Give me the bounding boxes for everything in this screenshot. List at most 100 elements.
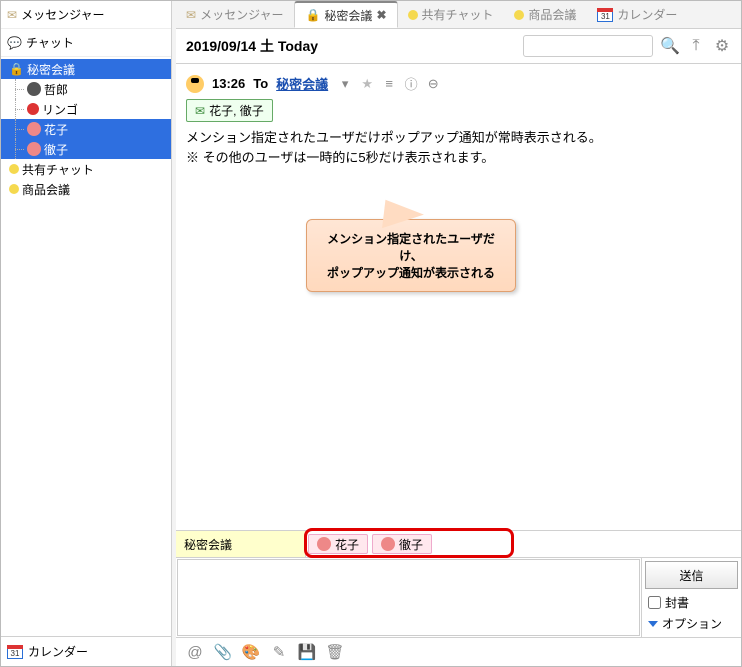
calendar-icon: 31: [7, 645, 23, 659]
compose-area: 送信 封書 オプション: [176, 558, 741, 638]
tree-child-hanako[interactable]: 花子: [1, 119, 171, 139]
avatar-female-icon: [27, 122, 41, 136]
tree-extra-label: 商品会議: [22, 181, 70, 198]
menu-icon[interactable]: ≡: [380, 75, 398, 93]
avatar-female-icon: [27, 142, 41, 156]
recipient-chip-label: 徹子: [399, 536, 423, 553]
tree-child-label: リンゴ: [42, 101, 78, 118]
annotation-callout: メンション指定されたユーザだけ、 ポップアップ通知が表示される: [306, 219, 516, 292]
envelope-icon: ✉: [7, 8, 17, 22]
tree-extra-label: 共有チャット: [22, 161, 94, 178]
mail-check-icon: ✉: [195, 104, 205, 118]
avatar-male-icon: [27, 82, 41, 96]
tab-bar: ✉ メッセンジャー 🔒 秘密会議 ✖ 共有チャット 商品会議 31 カレンダー: [176, 1, 741, 29]
message-line: メンション指定されたユーザだけポップアップ通知が常時表示される。: [186, 128, 731, 148]
tab-label: メッセンジャー: [200, 6, 283, 23]
content-panel: ✉ メッセンジャー 🔒 秘密会議 ✖ 共有チャット 商品会議 31 カレンダー: [176, 1, 741, 666]
message-action-icons: ▾ ★ ≡ ⓘ ⊖: [336, 75, 442, 93]
mention-box[interactable]: ✉ 花子, 徹子: [186, 99, 273, 122]
sidebar-chat-label: チャット: [26, 34, 74, 51]
tree-child-label: 徹子: [44, 141, 68, 158]
sidebar-chat[interactable]: 💬 チャット: [1, 29, 171, 57]
close-icon[interactable]: ✖: [376, 8, 386, 22]
envelope-icon: ✉: [186, 8, 196, 22]
tab-label: 秘密会議: [324, 7, 372, 24]
compose-textarea[interactable]: [176, 558, 641, 637]
message-room-link[interactable]: 秘密会議: [276, 74, 328, 93]
sidebar-calendar-label: カレンダー: [28, 643, 88, 660]
tab-secret-meeting[interactable]: 🔒 秘密会議 ✖: [294, 1, 397, 28]
tree-product-meeting[interactable]: 商品会議: [1, 179, 171, 199]
tab-label: カレンダー: [617, 6, 677, 23]
recipient-chip-label: 花子: [335, 536, 359, 553]
callout-line: メンション指定されたユーザだけ、: [317, 230, 505, 264]
sealed-checkbox-row[interactable]: 封書: [642, 592, 741, 613]
sidebar-messenger-label: メッセンジャー: [21, 6, 104, 23]
tree-root-label: 秘密会議: [27, 61, 75, 78]
tab-label: 共有チャット: [422, 6, 494, 23]
send-button[interactable]: 送信: [645, 561, 738, 589]
sidebar-calendar[interactable]: 31 カレンダー: [1, 636, 171, 666]
dot-icon: [9, 184, 19, 194]
edit-icon[interactable]: ✎: [270, 643, 288, 661]
tab-product-meeting[interactable]: 商品会議: [504, 1, 587, 28]
mention-icon[interactable]: @: [186, 643, 204, 661]
search-input[interactable]: [523, 35, 653, 57]
gear-icon[interactable]: ⚙: [713, 37, 731, 55]
tab-calendar[interactable]: 31 カレンダー: [587, 1, 688, 28]
avatar-icon: [186, 75, 204, 93]
dot-icon: [408, 10, 418, 20]
info-icon[interactable]: ⓘ: [402, 75, 420, 93]
sealed-label: 封書: [665, 594, 689, 611]
search-icon[interactable]: 🔍: [661, 37, 679, 55]
sidebar: ✉ メッセンジャー 💬 チャット 🔒 秘密会議 哲郎 リンゴ 花子: [1, 1, 172, 666]
apple-icon: [27, 103, 39, 115]
message-time: 13:26: [212, 76, 245, 91]
sidebar-tree: 🔒 秘密会議 哲郎 リンゴ 花子 徹子 共有チャット: [1, 57, 171, 632]
message-to-label: To: [253, 76, 268, 91]
scroll-top-icon[interactable]: ⤒: [687, 37, 705, 55]
recipients-row: 秘密会議 花子 徹子: [176, 531, 741, 558]
tab-shared-chat[interactable]: 共有チャット: [398, 1, 505, 28]
tab-label: 商品会議: [528, 6, 576, 23]
tree-shared-chat[interactable]: 共有チャット: [1, 159, 171, 179]
message-line: ※ その他のユーザは一時的に5秒だけ表示されます。: [186, 148, 731, 168]
message-body: メンション指定されたユーザだけポップアップ通知が常時表示される。 ※ その他のユ…: [186, 128, 731, 167]
avatar-female-icon: [317, 537, 331, 551]
tree-root-secret[interactable]: 🔒 秘密会議: [1, 59, 171, 79]
trash-icon[interactable]: 🗑: [326, 643, 344, 661]
dot-icon: [9, 164, 19, 174]
options-toggle[interactable]: オプション: [642, 613, 741, 634]
sealed-checkbox[interactable]: [648, 596, 661, 609]
minus-circle-icon[interactable]: ⊖: [424, 75, 442, 93]
lock-icon: 🔒: [305, 8, 320, 22]
tree-child-tetsuro[interactable]: 哲郎: [1, 79, 171, 99]
recipient-chip-hanako[interactable]: 花子: [308, 534, 368, 554]
tree-child-label: 花子: [44, 121, 68, 138]
tree-child-ringo[interactable]: リンゴ: [1, 99, 171, 119]
calendar-icon: 31: [597, 8, 613, 22]
attach-icon[interactable]: 📎: [214, 643, 232, 661]
tree-child-label: 哲郎: [44, 81, 68, 98]
mention-names: 花子, 徹子: [209, 102, 264, 119]
save-icon[interactable]: 💾: [298, 643, 316, 661]
date-text: 2019/09/14 土 Today: [186, 36, 515, 56]
lock-icon: 🔒: [9, 62, 24, 76]
dot-icon: [514, 10, 524, 20]
message-header: 13:26 To 秘密会議 ▾ ★ ≡ ⓘ ⊖: [186, 74, 731, 93]
date-bar: 2019/09/14 土 Today 🔍 ⤒ ⚙: [176, 29, 741, 64]
sidebar-messenger[interactable]: ✉ メッセンジャー: [1, 1, 171, 29]
callout-line: ポップアップ通知が表示される: [317, 264, 505, 281]
recipient-chip-tetsuko[interactable]: 徹子: [372, 534, 432, 554]
tab-messenger[interactable]: ✉ メッセンジャー: [176, 1, 294, 28]
tree-child-tetsuko[interactable]: 徹子: [1, 139, 171, 159]
chat-bubble-icon: 💬: [7, 36, 22, 50]
compose-toolbar: @ 📎 🎨 ✎ 💾 🗑: [176, 638, 741, 666]
compose-side-panel: 送信 封書 オプション: [641, 558, 741, 637]
palette-icon[interactable]: 🎨: [242, 643, 260, 661]
recipients-room-label[interactable]: 秘密会議: [176, 531, 306, 557]
chevron-down-icon[interactable]: ▾: [336, 75, 354, 93]
star-icon[interactable]: ★: [358, 75, 376, 93]
avatar-female-icon: [381, 537, 395, 551]
chevron-down-icon: [648, 621, 658, 627]
